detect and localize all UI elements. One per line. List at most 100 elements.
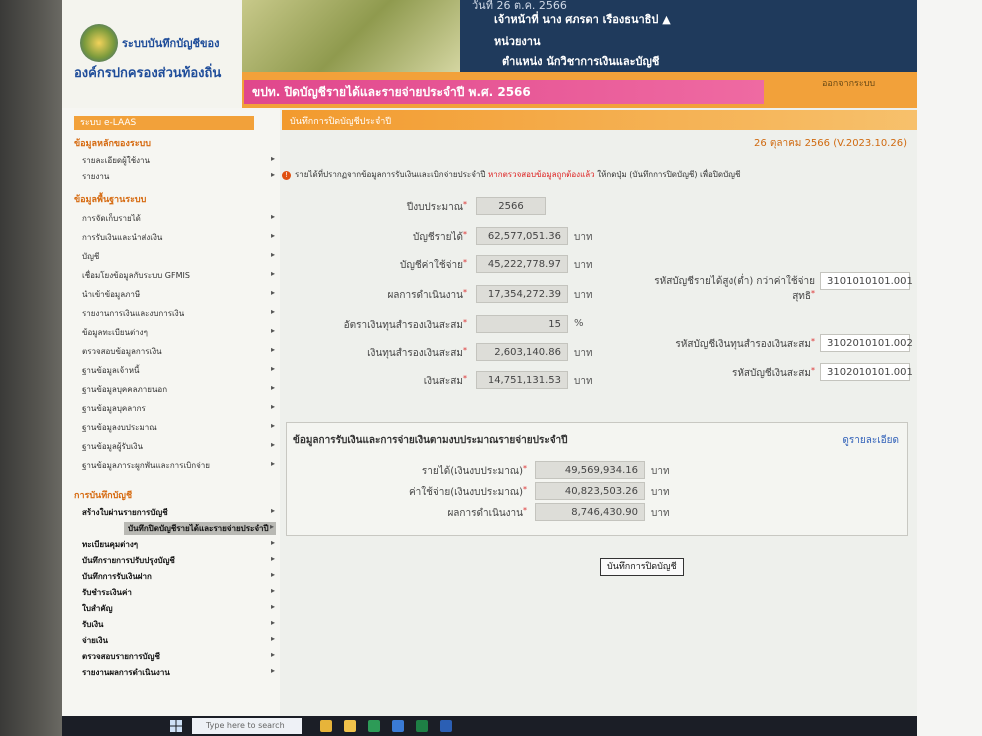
- sidebar-item[interactable]: ทะเบียนคุมต่างๆ ▸: [82, 538, 277, 551]
- sidebar-item[interactable]: บันทึกการรับเงินฝาก ▸: [82, 570, 277, 583]
- warning-icon: !: [282, 171, 291, 180]
- result-field[interactable]: 17,354,272.39: [476, 285, 568, 303]
- chevron-right-icon: ▸: [270, 170, 275, 179]
- unit-baht: บาท: [574, 348, 593, 359]
- sidebar-item[interactable]: ตรวจสอบรายการบัญชี ▸: [82, 650, 277, 663]
- spend-field[interactable]: 40,823,503.26: [535, 482, 645, 500]
- windows-start-icon[interactable]: [170, 720, 182, 732]
- sidebar-item[interactable]: จ่ายเงิน ▸: [82, 634, 277, 647]
- sidebar-item-label: ตรวจสอบรายการบัญชี: [82, 652, 160, 661]
- sidebar-system-label[interactable]: ระบบ e-LAAS: [74, 116, 254, 130]
- sidebar-item[interactable]: ตรวจสอบข้อมูลการเงิน ▸: [82, 345, 277, 358]
- sidebar-item[interactable]: สร้างใบผ่านรายการบัญชี ▸: [82, 506, 277, 519]
- app-screen: ระบบบันทึกบัญชีของ องค์กรปกครองส่วนท้องถ…: [62, 0, 917, 716]
- reserve-label: เงินทุนสำรองเงินสะสม*: [367, 346, 467, 359]
- sidebar-item[interactable]: รายงาน ▸: [82, 170, 277, 183]
- chevron-right-icon: ▸: [270, 554, 275, 563]
- sidebar-item-label: การรับเงินและนำส่งเงิน: [82, 233, 163, 242]
- code2-field[interactable]: 3102010101.002: [820, 334, 913, 352]
- chevron-right-icon: ▸: [270, 666, 275, 675]
- income-field[interactable]: 49,569,934.16: [535, 461, 645, 479]
- unit-baht: บาท: [651, 487, 670, 498]
- edge-icon[interactable]: [392, 720, 404, 732]
- main-content: บันทึกการปิดบัญชีประจำปี 26 ตุลาคม 2566 …: [280, 108, 917, 716]
- sidebar-item-label: ข้อมูลทะเบียนต่างๆ: [82, 328, 148, 337]
- reserve-rate-field[interactable]: 15: [476, 315, 568, 333]
- chevron-right-icon: ▸: [270, 345, 275, 354]
- sidebar-section-basic: ข้อมูลพื้นฐานระบบ: [74, 195, 147, 205]
- code3-field[interactable]: 3102010101.001: [820, 363, 913, 381]
- sidebar-item[interactable]: ฐานข้อมูลเจ้าหนี้ ▸: [82, 364, 277, 377]
- logo-text-1: ระบบบันทึกบัญชีของ: [122, 37, 220, 50]
- sidebar-item[interactable]: นำเข้าข้อมูลภาษี ▸: [82, 288, 277, 301]
- excel-icon[interactable]: [416, 720, 428, 732]
- chevron-right-icon: ▸: [270, 212, 275, 221]
- unit-label: หน่วยงาน: [494, 35, 541, 48]
- budget-year-field[interactable]: 2566: [476, 197, 546, 215]
- user-info-panel: วันที่ 26 ต.ค. 2566 เจ้าหน้าที่ นาง ศภรด…: [460, 0, 917, 72]
- income-label: รายได้(เงินงบประมาณ)*: [421, 464, 527, 477]
- sidebar-item[interactable]: ฐานข้อมูลภาระผูกพันและการเบิกจ่าย ▸: [82, 459, 277, 472]
- chevron-right-icon: ▸: [270, 231, 275, 240]
- desk-background: [912, 0, 982, 736]
- sidebar-item-label: รายงานผลการดำเนินงาน: [82, 668, 170, 677]
- unit-baht: บาท: [574, 232, 593, 243]
- chevron-right-icon: ▸: [270, 506, 275, 515]
- sidebar-item[interactable]: รายละเอียดผู้ใช้งาน ▸: [82, 154, 277, 167]
- sidebar-item[interactable]: บันทึกรายการปรับปรุงบัญชี ▸: [82, 554, 277, 567]
- unit-baht: บาท: [574, 290, 593, 301]
- unit-baht: บาท: [651, 466, 670, 477]
- browser-icon[interactable]: [368, 720, 380, 732]
- sidebar-item-label: รับชำระเงินค่า: [82, 588, 132, 597]
- breadcrumb: บันทึกการปิดบัญชีประจำปี: [282, 110, 917, 130]
- sidebar-item-label: ฐานข้อมูลผู้รับเงิน: [82, 442, 143, 451]
- sidebar-item[interactable]: ฐานข้อมูลบุคลากร ▸: [82, 402, 277, 415]
- sidebar-item-label: ฐานข้อมูลภาระผูกพันและการเบิกจ่าย: [82, 461, 210, 470]
- sidebar-item[interactable]: ฐานข้อมูลงบประมาณ ▸: [82, 421, 277, 434]
- word-icon[interactable]: [440, 720, 452, 732]
- logo-area[interactable]: ระบบบันทึกบัญชีของ องค์กรปกครองส่วนท้องถ…: [62, 0, 242, 108]
- sidebar-item[interactable]: ข้อมูลทะเบียนต่างๆ ▸: [82, 326, 277, 339]
- user-name: เจ้าหน้าที่ นาง ศภรดา เรืองธนาธิป ▲: [494, 13, 671, 26]
- accum-field[interactable]: 14,751,131.53: [476, 371, 568, 389]
- sidebar-item[interactable]: ฐานข้อมูลบุคคลภายนอก ▸: [82, 383, 277, 396]
- file-explorer-icon[interactable]: [344, 720, 356, 732]
- panel-title: ข้อมูลการรับเงินและการจ่ายเงินตามงบประมา…: [293, 435, 568, 446]
- logout-link[interactable]: ออกจากระบบ: [822, 76, 875, 90]
- sidebar-item-label: รายละเอียดผู้ใช้งาน: [82, 156, 150, 165]
- unit-baht: บาท: [574, 260, 593, 271]
- net-field[interactable]: 8,746,430.90: [535, 503, 645, 521]
- sidebar-item[interactable]: การรับเงินและนำส่งเงิน ▸: [82, 231, 277, 244]
- sidebar-item[interactable]: รับชำระเงินค่า ▸: [82, 586, 277, 599]
- chevron-right-icon: ▸: [270, 402, 275, 411]
- unit-baht: บาท: [651, 508, 670, 519]
- sidebar-item[interactable]: บันทึกปิดบัญชีรายได้และรายจ่ายประจำปี ▸: [124, 522, 276, 535]
- system-date: 26 ตุลาคม 2566 (V.2023.10.26): [753, 138, 907, 149]
- expense-field[interactable]: 45,222,778.97: [476, 255, 568, 273]
- sidebar-item[interactable]: รายงานผลการดำเนินงาน ▸: [82, 666, 277, 679]
- chevron-right-icon: ▸: [270, 269, 275, 278]
- revenue-field[interactable]: 62,577,051.36: [476, 227, 568, 245]
- sidebar-item[interactable]: ฐานข้อมูลผู้รับเงิน ▸: [82, 440, 277, 453]
- sidebar-item-label: จ่ายเงิน: [82, 636, 108, 645]
- budget-year-label: ปีงบประมาณ*: [406, 200, 467, 213]
- sidebar-item[interactable]: การจัดเก็บรายได้ ▸: [82, 212, 277, 225]
- revenue-label: บัญชีรายได้*: [412, 230, 467, 243]
- reserve-field[interactable]: 2,603,140.86: [476, 343, 568, 361]
- taskbar-search-input[interactable]: Type here to search: [192, 718, 302, 734]
- sidebar-item-label: ทะเบียนคุมต่างๆ: [82, 540, 139, 549]
- sidebar-item-label: บัญชี: [82, 252, 100, 261]
- sidebar-item-label: บันทึกรายการปรับปรุงบัญชี: [82, 556, 175, 565]
- chevron-right-icon: ▸: [270, 586, 275, 595]
- sidebar-item[interactable]: เชื่อมโยงข้อมูลกับระบบ GFMIS ▸: [82, 269, 277, 282]
- sidebar-section-main: ข้อมูลหลักของระบบ: [74, 139, 151, 149]
- taskview-icon[interactable]: [320, 720, 332, 732]
- view-details-link[interactable]: ดูรายละเอียด: [842, 433, 899, 448]
- save-closing-button[interactable]: บันทึกการปิดบัญชี: [600, 558, 684, 576]
- sidebar-item[interactable]: รายงานการเงินและงบการเงิน ▸: [82, 307, 277, 320]
- sidebar-item[interactable]: รับเงิน ▸: [82, 618, 277, 631]
- sidebar-item[interactable]: ใบสำคัญ ▸: [82, 602, 277, 615]
- sidebar-item-label: การจัดเก็บรายได้: [82, 214, 141, 223]
- sidebar-item[interactable]: บัญชี ▸: [82, 250, 277, 263]
- code1-field[interactable]: 3101010101.001: [820, 272, 913, 290]
